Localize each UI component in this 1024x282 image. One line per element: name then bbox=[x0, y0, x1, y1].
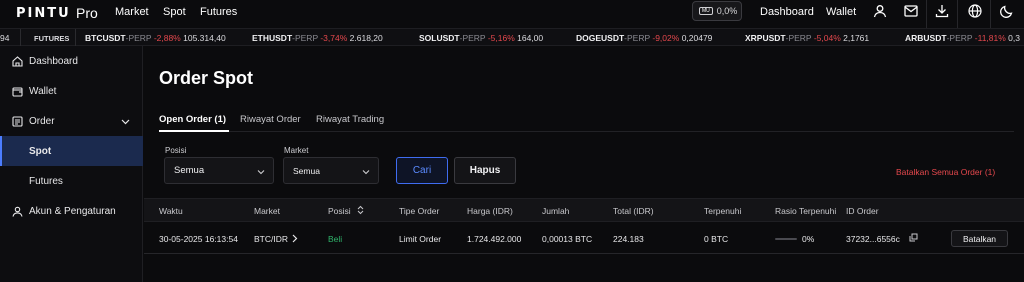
ticker-label: FUTURES bbox=[34, 34, 70, 43]
order-amount: 0,00013 BTC bbox=[542, 234, 593, 244]
order-side: Beli bbox=[328, 234, 343, 244]
posisi-label: Posisi bbox=[165, 146, 187, 155]
column-header: Harga (IDR) bbox=[467, 206, 513, 216]
sort-icon[interactable] bbox=[357, 205, 364, 217]
sidebar-item-account-settings[interactable]: Akun & Pengaturan bbox=[0, 196, 143, 226]
column-header: Waktu bbox=[159, 206, 183, 216]
column-header: Tipe Order bbox=[399, 206, 440, 216]
pro-label: Pro bbox=[76, 5, 98, 21]
globe-icon[interactable] bbox=[967, 3, 983, 19]
ticker-item[interactable]: SOLUSDT-PERP -5,16% 164,00 bbox=[419, 33, 543, 43]
sidebar: Dashboard Wallet Order Spot Futures Akun… bbox=[0, 46, 143, 282]
tab-riwayat-trading[interactable]: Riwayat Trading bbox=[316, 114, 384, 125]
pintu-logo[interactable]: PINTU bbox=[16, 6, 71, 21]
ticker-item[interactable]: BTCUSDT-PERP -2,88% 105.314,40 bbox=[85, 33, 226, 43]
order-total: 224.183 bbox=[613, 234, 644, 244]
fill-ratio-bar bbox=[775, 238, 797, 240]
divider bbox=[926, 0, 927, 28]
divider bbox=[75, 29, 76, 47]
tab-riwayat-order[interactable]: Riwayat Order bbox=[240, 114, 301, 125]
mail-icon[interactable] bbox=[903, 3, 919, 19]
fill-ratio-text: 0% bbox=[802, 234, 815, 244]
sidebar-item-wallet[interactable]: Wallet bbox=[0, 76, 143, 106]
page-title: Order Spot bbox=[159, 68, 254, 88]
sidebar-item-label: Futures bbox=[29, 175, 63, 187]
order-price: 1.724.492.000 bbox=[467, 234, 522, 244]
cancel-order-button[interactable]: Batalkan bbox=[951, 230, 1008, 247]
column-header[interactable]: Posisi bbox=[328, 206, 351, 216]
tabs-divider bbox=[159, 131, 1014, 132]
sidebar-item-spot[interactable]: Spot bbox=[0, 136, 143, 166]
ticker-item[interactable]: ETHUSDT-PERP -3,74% 2.618,20 bbox=[252, 33, 383, 43]
nav-market[interactable]: Market bbox=[115, 6, 149, 18]
column-header: Total (IDR) bbox=[613, 206, 654, 216]
main-content: Order Spot Open Order (1) Riwayat Order … bbox=[144, 46, 1024, 282]
ticker-item[interactable]: DOGEUSDT-PERP -9,02% 0,20479 bbox=[576, 33, 712, 43]
nav-spot[interactable]: Spot bbox=[163, 6, 186, 18]
order-market[interactable]: BTC/IDR bbox=[254, 234, 288, 244]
clear-button[interactable]: Hapus bbox=[454, 157, 516, 184]
user-icon bbox=[12, 206, 23, 217]
market-value: Semua bbox=[293, 165, 320, 176]
order-time: 30-05-2025 16:13:54 bbox=[159, 234, 238, 244]
sidebar-item-label: Akun & Pengaturan bbox=[29, 205, 116, 217]
top-bar: PINTU Pro Market Spot Futures MU 0,0% Da… bbox=[0, 0, 1024, 28]
column-header: Market bbox=[254, 206, 280, 216]
column-header: Terpenuhi bbox=[704, 206, 742, 216]
nav-wallet[interactable]: Wallet bbox=[826, 6, 856, 18]
search-button[interactable]: Cari bbox=[396, 157, 448, 184]
sidebar-item-dashboard[interactable]: Dashboard bbox=[0, 46, 143, 76]
order-type: Limit Order bbox=[399, 234, 442, 244]
sidebar-item-label: Order bbox=[29, 115, 55, 127]
active-tab-indicator bbox=[159, 130, 229, 132]
ticker-item[interactable]: XRPUSDT-PERP -5,04% 2,1761 bbox=[745, 33, 869, 43]
download-icon[interactable] bbox=[934, 3, 950, 19]
sidebar-item-futures[interactable]: Futures bbox=[0, 166, 143, 196]
ticker-bar: 94 FUTURES BTCUSDT-PERP -2,88% 105.314,4… bbox=[0, 28, 1024, 47]
nav-dashboard[interactable]: Dashboard bbox=[760, 6, 814, 18]
chevron-down-icon bbox=[362, 167, 370, 175]
sidebar-item-label: Spot bbox=[29, 145, 52, 157]
chevron-right-icon[interactable] bbox=[292, 234, 298, 246]
ticker-item[interactable]: ARBUSDT-PERP -11,81% 0,3 bbox=[905, 33, 1020, 43]
sidebar-item-label: Dashboard bbox=[29, 55, 78, 67]
column-header: ID Order bbox=[846, 206, 879, 216]
sidebar-item-label: Wallet bbox=[29, 85, 57, 97]
divider bbox=[20, 29, 21, 47]
posisi-value: Semua bbox=[174, 165, 205, 176]
ticker-lead: 94 bbox=[0, 33, 10, 43]
chevron-down-icon bbox=[257, 167, 265, 175]
cancel-all-orders-link[interactable]: Batalkan Semua Order (1) bbox=[896, 167, 995, 177]
order-id: 37232...6556c bbox=[846, 234, 900, 244]
column-header: Rasio Terpenuhi bbox=[775, 206, 837, 216]
chevron-down-icon bbox=[121, 117, 130, 128]
nav-futures[interactable]: Futures bbox=[200, 6, 237, 18]
market-select[interactable]: Semua bbox=[283, 157, 379, 184]
order-filled: 0 BTC bbox=[704, 234, 729, 244]
wallet-icon bbox=[12, 86, 23, 97]
tab-open-order[interactable]: Open Order (1) bbox=[159, 114, 226, 125]
user-icon[interactable] bbox=[872, 3, 888, 19]
moon-icon[interactable] bbox=[999, 3, 1015, 19]
home-icon bbox=[12, 55, 23, 67]
column-header: Jumlah bbox=[542, 206, 570, 216]
copy-icon[interactable] bbox=[909, 233, 918, 245]
mode-toggle[interactable]: MU 0,0% bbox=[692, 1, 742, 21]
market-label: Market bbox=[284, 146, 309, 155]
divider bbox=[990, 0, 991, 28]
table-row: 30-05-2025 16:13:54 BTC/IDR Beli Limit O… bbox=[144, 222, 1024, 254]
mode-value: 0,0% bbox=[716, 6, 738, 16]
mode-badge: MU bbox=[699, 7, 713, 15]
sidebar-item-order[interactable]: Order bbox=[0, 106, 143, 136]
order-icon bbox=[12, 115, 23, 127]
posisi-select[interactable]: Semua bbox=[164, 157, 274, 184]
divider bbox=[957, 0, 958, 28]
table-header: Waktu Market Posisi Tipe Order Harga (ID… bbox=[144, 198, 1024, 222]
